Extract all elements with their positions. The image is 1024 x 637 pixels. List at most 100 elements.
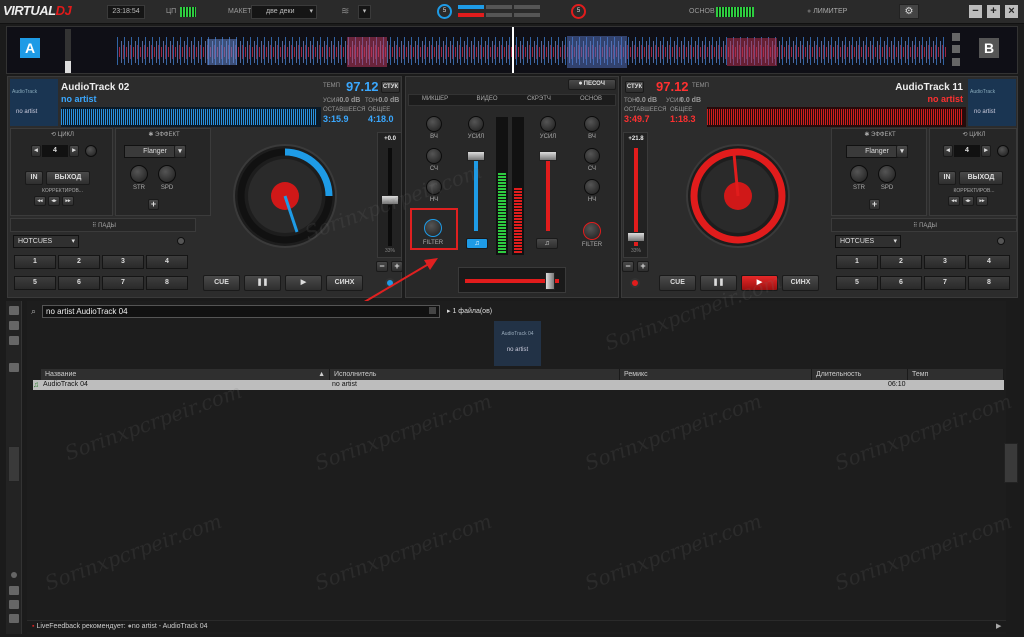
deck-b-pad-4[interactable]: 4 (968, 255, 1010, 269)
deck-b-selector[interactable]: 5 (571, 4, 586, 19)
column-artist[interactable]: Исполнитель (330, 369, 620, 380)
tab-video[interactable]: ВИДЕО (462, 96, 512, 102)
deck-b-loop-in-button[interactable]: IN (938, 171, 956, 185)
deck-b-pad-5[interactable]: 5 (836, 276, 878, 290)
deck-b-pad-2[interactable]: 2 (880, 255, 922, 269)
deck-b-effect-str-knob[interactable] (850, 165, 868, 183)
table-row[interactable]: ♫ AudioTrack 04 no artist 06:10 (33, 380, 1004, 390)
deck-a-effect-spd-knob[interactable] (158, 165, 176, 183)
headphones-icon[interactable]: ♫ (466, 238, 488, 249)
deck-b-pad-1[interactable]: 1 (836, 255, 878, 269)
deck-a-hotcues-select[interactable]: HOTCUES ▾ (13, 235, 79, 248)
column-remix[interactable]: Ремикс (620, 369, 812, 380)
deck-a-pad-3[interactable]: 3 (102, 255, 144, 269)
deck-b-pitch-plus[interactable]: + (637, 261, 649, 272)
deck-a-loop-in-button[interactable]: IN (25, 171, 43, 185)
deck-a-sync-label[interactable]: СТУК (381, 81, 400, 93)
chevron-down-icon[interactable]: ▾ (896, 145, 908, 158)
deck-b-loop-knob[interactable] (997, 145, 1009, 157)
headphones-icon[interactable]: ♫ (536, 238, 558, 249)
deck-a-loop-decrease[interactable]: ◂ (31, 145, 41, 157)
search-input[interactable]: no artist AudioTrack 04 (42, 305, 440, 318)
deck-a-loop-knob[interactable] (85, 145, 97, 157)
deck-b-cue-button[interactable]: CUE (659, 275, 696, 291)
deck-a-track-waveform[interactable] (61, 107, 321, 127)
font-up-icon[interactable] (9, 586, 19, 595)
deck-a-pad-5[interactable]: 5 (14, 276, 56, 290)
font-down-icon[interactable] (9, 600, 19, 609)
deck-b-eq-hi-knob[interactable] (584, 116, 600, 132)
deck-b-pad-8[interactable]: 8 (968, 276, 1010, 290)
deck-a-eq-hi-knob[interactable] (426, 116, 442, 132)
deck-a-pad-8[interactable]: 8 (146, 276, 188, 290)
tab-scratch[interactable]: СКРЭТЧ (514, 96, 564, 102)
deck-a-pad-1[interactable]: 1 (14, 255, 56, 269)
deck-a-pad-4[interactable]: 4 (146, 255, 188, 269)
deck-a-gain-knob[interactable] (468, 116, 484, 132)
deck-a-pad-6[interactable]: 6 (58, 276, 100, 290)
close-button[interactable]: × (1005, 5, 1018, 18)
folder-icon[interactable] (9, 306, 19, 315)
tab-master[interactable]: ОСНОВ (566, 96, 616, 102)
waveform-icon[interactable]: ≋ (341, 6, 353, 18)
deck-b-effect-spd-knob[interactable] (878, 165, 896, 183)
deck-b-pitch-fader[interactable] (627, 232, 645, 242)
deck-b-badge[interactable]: B (979, 38, 999, 58)
deck-a-pad-7[interactable]: 7 (102, 276, 144, 290)
minimize-button[interactable]: − (969, 5, 982, 18)
play-suggestion-icon[interactable]: ▶ (996, 622, 1001, 630)
deck-b-pad-3[interactable]: 3 (924, 255, 966, 269)
deck-a-filter-knob[interactable] (424, 219, 442, 237)
deck-a-pads-option[interactable] (177, 237, 185, 245)
deck-b-sync-button[interactable]: СИНХ (782, 275, 819, 291)
deck-b-eq-mid-knob[interactable] (584, 148, 600, 164)
sampler-button[interactable]: ⏺ ПЕСОЧ (568, 79, 616, 90)
deck-b-volume-fader[interactable] (539, 151, 557, 161)
deck-b-hotcues-select[interactable]: HOTCUES ▾ (835, 235, 901, 248)
deck-b-filter-knob[interactable] (583, 222, 601, 240)
deck-a-play-button[interactable]: ▶ (285, 275, 322, 291)
chevron-down-icon[interactable]: ▾ (358, 5, 371, 19)
deck-b-status-icon[interactable] (630, 278, 640, 288)
crossfader[interactable] (545, 272, 555, 290)
deck-a-nudge-button[interactable]: ◂▸ (48, 196, 60, 206)
deck-b-loop-decrease[interactable]: ◂ (943, 145, 953, 157)
deck-a-cue-button[interactable]: CUE (203, 275, 240, 291)
deck-b-sync-label[interactable]: СТУК (625, 81, 644, 93)
deck-b-eq-low-knob[interactable] (584, 179, 600, 195)
deck-b-pad-7[interactable]: 7 (924, 276, 966, 290)
live-feedback-track[interactable]: no artist - AudioTrack 04 (132, 623, 208, 630)
deck-a-add-effect-button[interactable]: + (148, 199, 159, 210)
deck-b-nudge-button[interactable]: ◂▸ (962, 196, 974, 206)
deck-a-badge[interactable]: A (20, 38, 40, 58)
deck-a-rewind-button[interactable]: ◂◂ (34, 196, 46, 206)
deck-a-loop-increase[interactable]: ▸ (69, 145, 79, 157)
settings-small-icon[interactable] (9, 614, 19, 623)
deck-b-track-waveform[interactable] (707, 107, 966, 127)
maximize-button[interactable]: + (987, 5, 1000, 18)
overview-waveform[interactable]: A B (6, 26, 1018, 74)
layout-select[interactable]: две деки ▾ (251, 5, 317, 19)
deck-a-pause-button[interactable]: ❚❚ (244, 275, 281, 291)
gear-icon[interactable]: ⚙ (899, 4, 919, 19)
deck-b-loop-out-button[interactable]: ВЫХОД (959, 171, 1003, 185)
filter-icon[interactable] (9, 336, 19, 345)
deck-b-jog-wheel[interactable] (686, 144, 790, 248)
deck-a-loop-out-button[interactable]: ВЫХОД (46, 171, 90, 185)
deck-a-forward-button[interactable]: ▸▸ (62, 196, 74, 206)
info-panel-handle[interactable] (1004, 443, 1018, 483)
deck-a-selector[interactable]: 5 (437, 4, 452, 19)
deck-a-eq-mid-knob[interactable] (426, 148, 442, 164)
monitor-icon[interactable] (9, 321, 19, 330)
deck-b-gain-knob[interactable] (540, 116, 556, 132)
sidebar-collapse-handle[interactable] (8, 446, 20, 482)
deck-b-add-effect-button[interactable]: + (869, 199, 880, 210)
deck-b-loop-increase[interactable]: ▸ (981, 145, 991, 157)
deck-b-pitch-minus[interactable]: − (622, 261, 634, 272)
column-duration[interactable]: Длительность (812, 369, 908, 380)
deck-b-pad-6[interactable]: 6 (880, 276, 922, 290)
tab-mixer[interactable]: МИКШЕР (410, 96, 460, 102)
chevron-down-icon[interactable]: ▾ (174, 145, 186, 158)
back-icon[interactable] (9, 363, 19, 372)
deck-a-effect-str-knob[interactable] (130, 165, 148, 183)
